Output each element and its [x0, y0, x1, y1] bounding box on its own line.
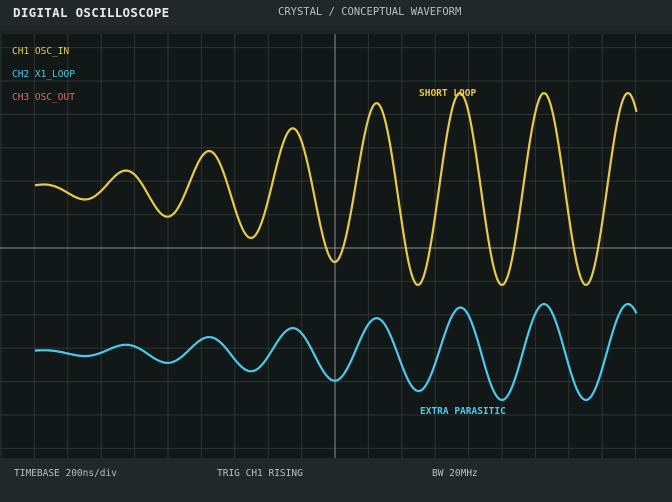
oscilloscope-window: DIGITAL OSCILLOSCOPE CRYSTAL / CONCEPTUA… [0, 0, 672, 502]
ch3-legend[interactable]: CH3 OSC_OUT [12, 92, 75, 103]
bandwidth-readout[interactable]: BW 20MHz [432, 468, 478, 479]
waveform-subtitle: CRYSTAL / CONCEPTUAL WAVEFORM [278, 6, 462, 18]
header-bar: DIGITAL OSCILLOSCOPE CRYSTAL / CONCEPTUA… [0, 0, 672, 30]
trigger-readout[interactable]: TRIG CH1 RISING [217, 468, 303, 479]
app-title: DIGITAL OSCILLOSCOPE [13, 5, 170, 20]
extra-parasitic-annotation: EXTRA PARASITIC [420, 406, 506, 417]
ch2-legend[interactable]: CH2 X1_LOOP [12, 69, 75, 80]
status-bar: TIMEBASE 200ns/div TRIG CH1 RISING BW 20… [0, 458, 672, 502]
scope-screen[interactable] [0, 34, 672, 458]
short-loop-annotation: SHORT LOOP [419, 88, 477, 99]
timebase-readout[interactable]: TIMEBASE 200ns/div [14, 468, 117, 479]
ch1-legend[interactable]: CH1 OSC_IN [12, 46, 69, 57]
waveform-display [0, 34, 672, 458]
